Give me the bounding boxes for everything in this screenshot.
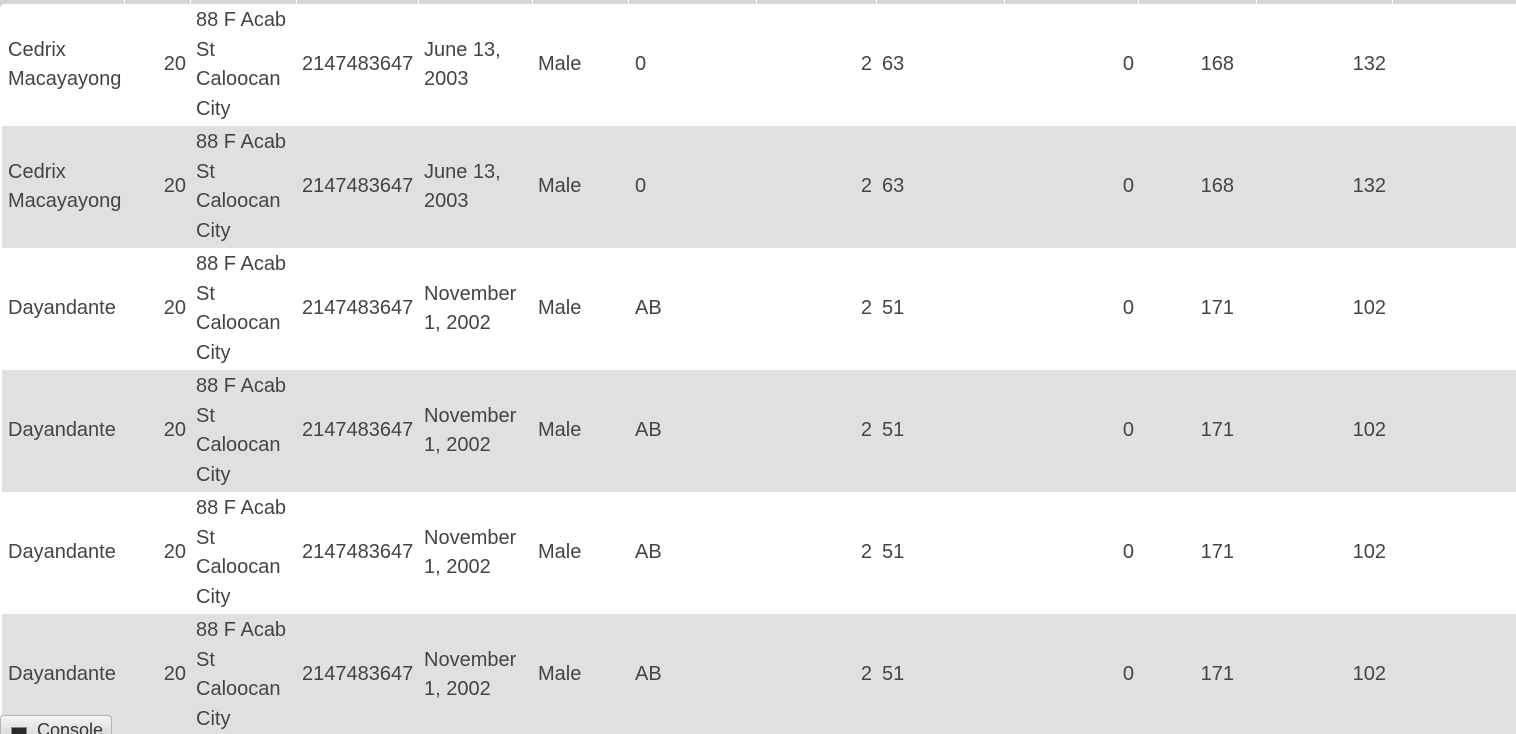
cell-col9: 51 (876, 370, 1004, 492)
cell-col11: 168 (1138, 4, 1256, 126)
cell-empty (1392, 4, 1516, 126)
cell-col10: 0 (1004, 492, 1138, 614)
cell-birthdate: November 1, 2002 (418, 614, 532, 734)
cell-gender: Male (532, 126, 628, 248)
cell-col12: 132 (1256, 4, 1392, 126)
cell-gender: Male (532, 614, 628, 734)
page: Cedrix Macayayong 20 88 F Acab St Caloocan… (0, 0, 1516, 734)
cell-contact: 2147483647 (296, 370, 418, 492)
console-icon (11, 727, 27, 734)
cell-name: Cedrix Macayayong (2, 126, 124, 248)
cell-col10: 0 (1004, 614, 1138, 734)
cell-empty (1392, 126, 1516, 248)
console-label: Console (37, 720, 104, 734)
cell-address: 88 F Acab St Caloocan City (190, 248, 296, 370)
cell-age: 20 (124, 126, 190, 248)
cell-age: 20 (124, 370, 190, 492)
cell-blood-type: AB (628, 492, 756, 614)
cell-contact: 2147483647 (296, 492, 418, 614)
cell-blood-type: AB (628, 614, 756, 734)
cell-birthdate: November 1, 2002 (418, 248, 532, 370)
cell-blood-type: 0 (628, 4, 756, 126)
cell-birthdate: June 13, 2003 (418, 4, 532, 126)
cell-age: 20 (124, 614, 190, 734)
cell-name: Dayandante (2, 370, 124, 492)
cell-blood-type: AB (628, 248, 756, 370)
cell-address: 88 F Acab St Caloocan City (190, 126, 296, 248)
cell-address: 88 F Acab St Caloocan City (190, 370, 296, 492)
cell-gender: Male (532, 4, 628, 126)
cell-gender: Male (532, 492, 628, 614)
cell-contact: 2147483647 (296, 248, 418, 370)
cell-col10: 0 (1004, 126, 1138, 248)
cell-address: 88 F Acab St Caloocan City (190, 4, 296, 126)
cell-empty (1392, 492, 1516, 614)
cell-gender: Male (532, 370, 628, 492)
cell-empty (1392, 248, 1516, 370)
cell-col11: 171 (1138, 614, 1256, 734)
cell-col8: 2 (756, 614, 876, 734)
cell-name: Dayandante (2, 248, 124, 370)
console-tab[interactable]: Console (0, 715, 112, 734)
cell-col11: 168 (1138, 126, 1256, 248)
cell-col8: 2 (756, 370, 876, 492)
table-row: Dayandante 20 88 F Acab St Caloocan City 21… (2, 492, 1516, 614)
patients-table: Cedrix Macayayong 20 88 F Acab St Caloocan… (2, 4, 1516, 734)
cell-contact: 2147483647 (296, 4, 418, 126)
cell-blood-type: AB (628, 370, 756, 492)
cell-name: Cedrix Macayayong (2, 4, 124, 126)
cell-birthdate: November 1, 2002 (418, 492, 532, 614)
table-row: Cedrix Macayayong 20 88 F Acab St Caloocan… (2, 126, 1516, 248)
cell-col12: 132 (1256, 126, 1392, 248)
cell-age: 20 (124, 248, 190, 370)
cell-col9: 63 (876, 4, 1004, 126)
cell-empty (1392, 614, 1516, 734)
table-row: Dayandante 20 88 F Acab St Caloocan City 21… (2, 614, 1516, 734)
cell-col12: 102 (1256, 248, 1392, 370)
cell-col11: 171 (1138, 492, 1256, 614)
cell-col9: 51 (876, 614, 1004, 734)
cell-col12: 102 (1256, 614, 1392, 734)
cell-birthdate: June 13, 2003 (418, 126, 532, 248)
cell-col8: 2 (756, 248, 876, 370)
table-row: Dayandante 20 88 F Acab St Caloocan City 21… (2, 248, 1516, 370)
cell-address: 88 F Acab St Caloocan City (190, 492, 296, 614)
cell-col8: 2 (756, 4, 876, 126)
cell-col12: 102 (1256, 370, 1392, 492)
table-row: Dayandante 20 88 F Acab St Caloocan City 21… (2, 370, 1516, 492)
cell-col8: 2 (756, 126, 876, 248)
cell-col9: 63 (876, 126, 1004, 248)
cell-col10: 0 (1004, 370, 1138, 492)
cell-contact: 2147483647 (296, 614, 418, 734)
cell-blood-type: 0 (628, 126, 756, 248)
cell-age: 20 (124, 4, 190, 126)
cell-gender: Male (532, 248, 628, 370)
cell-col8: 2 (756, 492, 876, 614)
cell-empty (1392, 370, 1516, 492)
cell-col10: 0 (1004, 248, 1138, 370)
cell-col9: 51 (876, 248, 1004, 370)
cell-col9: 51 (876, 492, 1004, 614)
cell-col11: 171 (1138, 248, 1256, 370)
table-row: Cedrix Macayayong 20 88 F Acab St Caloocan… (2, 4, 1516, 126)
cell-birthdate: November 1, 2002 (418, 370, 532, 492)
cell-name: Dayandante (2, 492, 124, 614)
cell-col12: 102 (1256, 492, 1392, 614)
cell-contact: 2147483647 (296, 126, 418, 248)
cell-col10: 0 (1004, 4, 1138, 126)
cell-age: 20 (124, 492, 190, 614)
cell-address: 88 F Acab St Caloocan City (190, 614, 296, 734)
cell-col11: 171 (1138, 370, 1256, 492)
